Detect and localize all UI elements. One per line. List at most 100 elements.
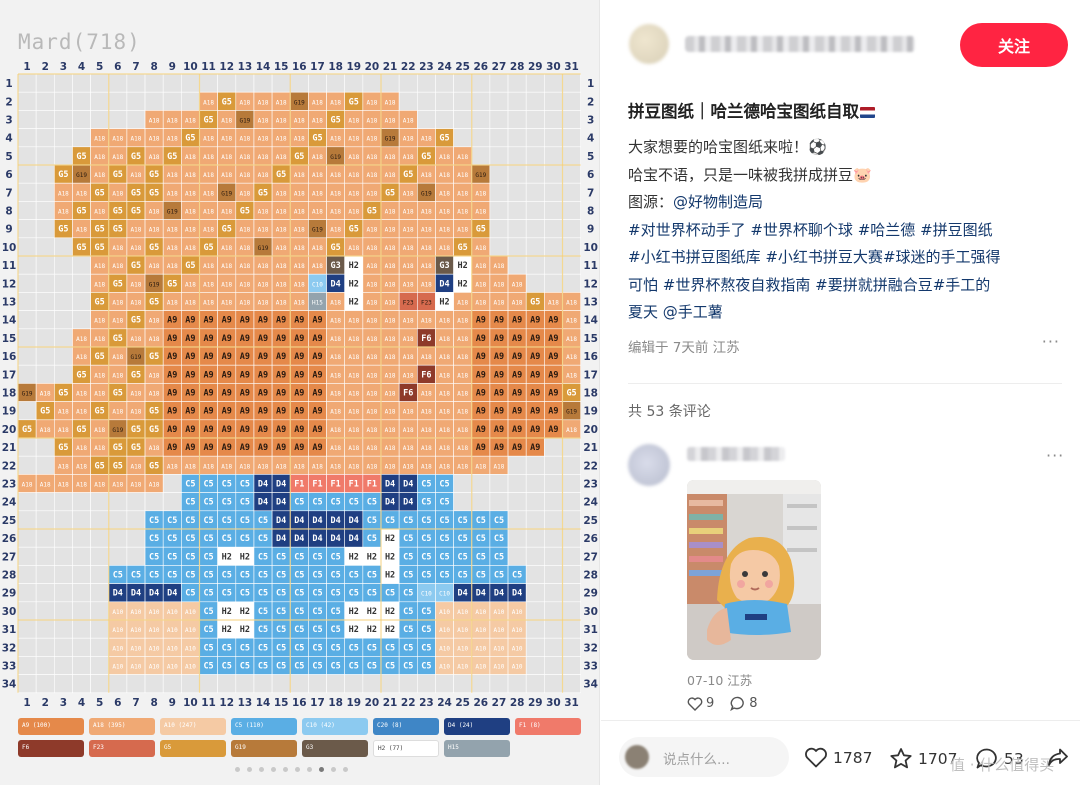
bead-code: A10 (185, 627, 196, 634)
page-dot[interactable] (307, 767, 312, 772)
page-dot[interactable] (295, 767, 300, 772)
bead-code: G5 (131, 443, 141, 453)
row-number-left: 30 (2, 606, 17, 618)
bead-code: A18 (330, 409, 341, 416)
hashtag-link[interactable]: #世界杯聊个球 (750, 221, 853, 239)
page-dot[interactable] (283, 767, 288, 772)
bead-code: A9 (294, 389, 304, 399)
like-button[interactable]: 1787 (804, 747, 872, 768)
like-count: 1787 (833, 748, 873, 767)
comment-like-button[interactable]: 9 (687, 696, 714, 711)
hashtag-link-continued[interactable]: 夏天 (628, 303, 658, 321)
comment-photo[interactable] (687, 480, 821, 660)
bead-code: G5 (349, 97, 359, 107)
bead-cell (507, 219, 527, 239)
bead-code: C5 (421, 552, 431, 562)
bead-code: G5 (95, 225, 105, 235)
bead-code: A18 (131, 227, 142, 234)
bead-cell (17, 601, 37, 621)
bead-code: A18 (385, 99, 396, 106)
bead-code: G5 (149, 243, 159, 253)
bead-code: A18 (58, 190, 69, 197)
image-page-dots[interactable] (235, 767, 348, 772)
bead-code: A18 (457, 409, 468, 416)
comment-reply-button[interactable]: 8 (730, 696, 758, 711)
bead-code: A9 (258, 334, 268, 344)
bead-code: A9 (276, 389, 286, 399)
hashtag-link[interactable]: #球迷的手工强得 (883, 248, 1001, 266)
bead-code: A18 (149, 209, 160, 216)
column-number-bottom: 31 (564, 697, 579, 709)
more-options-icon[interactable]: ··· (1042, 332, 1060, 351)
bead-code: C5 (203, 662, 213, 672)
bead-cell (53, 656, 73, 675)
follow-button[interactable]: 关注 (960, 23, 1068, 67)
page-dot[interactable] (259, 767, 264, 772)
hashtag-link[interactable]: #小红书拼豆图纸库 (628, 248, 761, 266)
bead-cell (562, 565, 581, 584)
commenter-avatar[interactable] (628, 444, 670, 486)
bead-code: A18 (421, 409, 432, 416)
page-dot[interactable] (331, 767, 336, 772)
pattern-image-viewer[interactable]: Mard(718) 1 1 2 2 3 3 4 4 5 5 6 6 7 7 8 8 9 9 10 10 11 11 12 12… (0, 0, 600, 785)
author-name-blurred[interactable] (685, 36, 915, 52)
hashtag-link[interactable]: #要拼就拼融合豆 (815, 276, 933, 294)
row-number-left: 21 (2, 442, 17, 454)
page-dot[interactable] (235, 767, 240, 772)
commenter-name-blurred[interactable] (687, 447, 785, 461)
bead-code: A18 (131, 336, 142, 343)
bead-code: A10 (475, 609, 486, 616)
bead-code: A18 (367, 300, 378, 307)
comment-more-icon[interactable]: ··· (1046, 446, 1064, 465)
bead-code: H2 (349, 552, 359, 562)
bead-code: C5 (367, 498, 377, 508)
bead-cell (562, 492, 581, 512)
row-number-right: 15 (583, 333, 598, 345)
bead-code: A18 (221, 172, 232, 179)
bead-code: C5 (203, 589, 213, 599)
hashtag-link-continued[interactable]: 可怕 (628, 276, 658, 294)
source-mention-link[interactable]: @好物制造局 (673, 193, 763, 211)
bead-cell (53, 492, 73, 512)
netherlands-flag-icon (860, 107, 875, 118)
bead-code: A18 (403, 336, 414, 343)
page-dot[interactable] (343, 767, 348, 772)
bead-code: H2 (349, 279, 359, 289)
bead-code: A18 (403, 245, 414, 252)
hashtag-link[interactable]: #拼豆图纸 (920, 221, 993, 239)
hashtag-link[interactable]: #手工的 (933, 276, 991, 294)
bead-code: A18 (457, 209, 468, 216)
hashtag-link[interactable]: #哈兰德 (858, 221, 916, 239)
hashtag-link[interactable]: #对世界杯动手了 (628, 221, 746, 239)
bead-cell (507, 91, 527, 111)
collect-button[interactable]: 1707 (889, 747, 957, 770)
bead-code: A10 (131, 664, 142, 671)
bead-code: A18 (385, 227, 396, 234)
bead-cell (453, 492, 473, 512)
row-number-right: 14 (583, 315, 598, 327)
bead-cell (525, 73, 545, 93)
bead-code: A9 (258, 443, 268, 453)
bead-code: G5 (185, 134, 195, 144)
hashtag-link[interactable]: #小红书拼豆大赛 (765, 248, 883, 266)
row-number-left: 9 (5, 224, 12, 236)
bead-code: D4 (494, 589, 504, 599)
mention-link[interactable]: @手工薯 (663, 303, 723, 321)
bead-code: A10 (131, 627, 142, 634)
bead-code: A18 (421, 227, 432, 234)
hashtag-link[interactable]: #世界杯熬夜自救指南 (663, 276, 811, 294)
author-avatar[interactable] (629, 24, 669, 64)
bead-code: A18 (276, 154, 287, 161)
bead-cell (162, 474, 182, 493)
bead-cell (72, 110, 91, 129)
bead-code: C5 (367, 662, 377, 672)
bead-code: A18 (294, 118, 305, 125)
comment-input[interactable]: 说点什么... (619, 737, 789, 777)
column-number-top: 20 (365, 61, 380, 73)
bead-code: A9 (294, 407, 304, 417)
page-dot[interactable] (319, 767, 324, 772)
legend-chip: A10 (247) (160, 718, 226, 735)
page-dot[interactable] (271, 767, 276, 772)
page-dot[interactable] (247, 767, 252, 772)
share-button[interactable] (1047, 747, 1069, 768)
